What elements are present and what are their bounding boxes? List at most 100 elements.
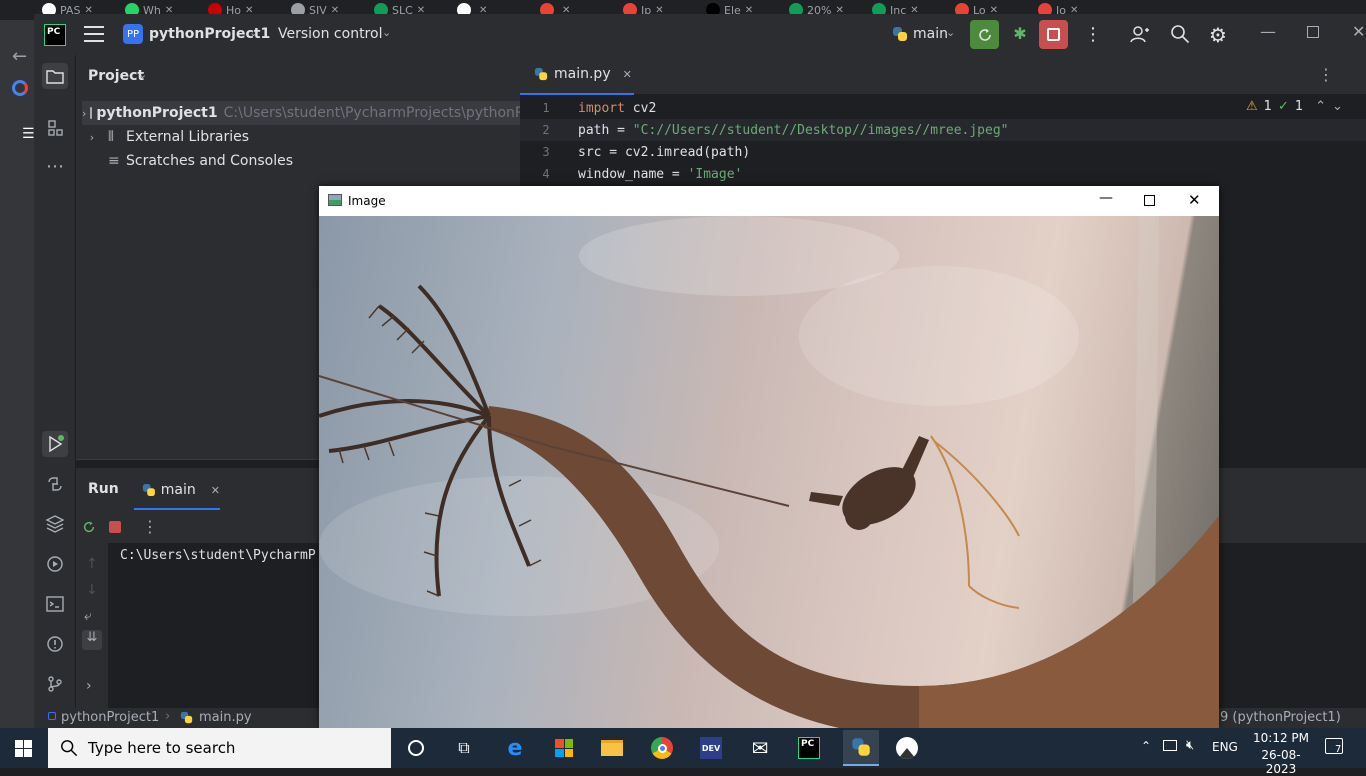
microsoft-store-icon[interactable] xyxy=(549,733,579,763)
maximize-icon[interactable] xyxy=(1144,195,1155,206)
stop-icon xyxy=(1047,28,1060,41)
run-tab-main[interactable]: main ✕ xyxy=(134,472,220,510)
mail-icon[interactable]: ✉ xyxy=(745,733,775,763)
editor-tab-label: main.py xyxy=(554,66,611,82)
minimize-icon[interactable]: — xyxy=(1099,190,1113,206)
python-icon xyxy=(892,26,908,42)
more-actions-icon[interactable]: ⋮ xyxy=(1084,24,1102,45)
tree-item-label: External Libraries xyxy=(126,129,249,145)
dev-cpp-icon[interactable]: DEV xyxy=(696,733,726,763)
chevron-right-icon[interactable]: › xyxy=(82,131,102,144)
rerun-icon xyxy=(978,28,991,41)
pycharm-taskbar-icon[interactable]: PC xyxy=(794,733,824,763)
scroll-to-end-icon[interactable]: ⇊ xyxy=(82,630,102,650)
maximize-window-icon[interactable] xyxy=(1307,26,1319,38)
menu-icon[interactable]: ☰ xyxy=(22,127,35,141)
settings-gear-icon[interactable]: ⚙ xyxy=(1209,23,1227,47)
code-line[interactable]: 1 import cv2 xyxy=(520,97,1366,119)
main-menu-icon[interactable] xyxy=(84,26,104,42)
problems-icon[interactable] xyxy=(42,631,68,657)
project-badge[interactable]: PP xyxy=(123,24,143,44)
pycharm-logo-icon: PC xyxy=(44,24,66,46)
console-line: C:\Users\student\PycharmP xyxy=(120,548,316,563)
rerun-icon[interactable] xyxy=(82,520,96,534)
code-line[interactable]: 3 src = cv2.imread(path) xyxy=(520,141,1366,163)
code-token: 'Image' xyxy=(687,166,743,182)
chevron-down-icon[interactable]: ⌄ xyxy=(138,68,147,81)
tree-item-external-libraries[interactable]: › ⫴ External Libraries xyxy=(82,125,249,149)
rerun-button[interactable] xyxy=(970,20,999,49)
tree-item-label: pythonProject1 xyxy=(96,105,218,121)
close-icon[interactable]: ✕ xyxy=(1188,191,1201,209)
stop-icon[interactable] xyxy=(109,521,121,533)
clock-date[interactable]: 26-08-2023 xyxy=(1248,748,1314,776)
soft-wrap-icon[interactable]: ⤶ xyxy=(84,608,92,624)
chevron-down-icon[interactable]: ⌄ xyxy=(946,26,955,39)
more-actions-icon[interactable]: ⋮ xyxy=(142,517,158,536)
search-placeholder: Type here to search xyxy=(88,739,236,757)
show-hidden-icons-icon[interactable]: ⌃ xyxy=(1141,739,1151,753)
python-packages-icon[interactable] xyxy=(42,511,68,537)
more-tools-icon[interactable]: ⋯ xyxy=(42,153,68,179)
file-explorer-icon[interactable] xyxy=(597,733,627,763)
interpreter-indicator[interactable]: 9 (pythonProject1) xyxy=(1220,710,1341,725)
windows-start-icon[interactable] xyxy=(15,740,32,757)
image-window-titlebar[interactable]: Image — ✕ xyxy=(319,186,1219,216)
close-tab-icon[interactable]: ✕ xyxy=(623,68,632,81)
python-icon xyxy=(142,483,155,497)
python-window-taskbar-icon[interactable] xyxy=(843,730,879,766)
debug-bug-icon[interactable]: ✱ xyxy=(1010,24,1030,44)
stop-button[interactable] xyxy=(1039,20,1068,49)
git-icon[interactable] xyxy=(42,671,68,697)
volume-muted-icon[interactable]: 🔇︎ xyxy=(1186,738,1194,753)
close-window-icon[interactable]: ✕ xyxy=(1352,22,1365,41)
breadcrumb-separator-icon: › xyxy=(165,709,171,724)
terminal-icon[interactable] xyxy=(42,591,68,617)
close-tab-icon[interactable]: ✕ xyxy=(211,484,220,497)
tree-item-project-root[interactable]: › pythonProject1 C:\Users\student\Pychar… xyxy=(82,101,541,125)
project-tool-icon[interactable] xyxy=(42,63,68,89)
tree-item-scratches[interactable]: ≡ Scratches and Consoles xyxy=(82,149,293,173)
services-icon[interactable] xyxy=(42,551,68,577)
photos-app-icon[interactable] xyxy=(892,733,922,763)
structure-tool-icon[interactable] xyxy=(42,115,68,141)
taskbar-search-box[interactable]: Type here to search xyxy=(48,728,391,768)
browser-side-area: ← ☰ xyxy=(0,20,35,728)
back-arrow-icon[interactable]: ← xyxy=(12,46,27,67)
line-number: 2 xyxy=(542,123,550,137)
editor-tab-main-py[interactable]: main.py ✕ xyxy=(520,55,634,95)
google-icon[interactable] xyxy=(12,80,28,96)
clock-time[interactable]: 10:12 PM xyxy=(1250,731,1312,745)
breadcrumb-project[interactable]: pythonProject1 xyxy=(61,710,159,725)
chevron-right-icon[interactable]: › xyxy=(86,678,92,694)
version-control-menu[interactable]: Version control xyxy=(278,26,382,42)
edge-browser-icon[interactable]: e xyxy=(500,733,530,763)
project-panel-title[interactable]: Project xyxy=(88,68,144,84)
breadcrumb-file[interactable]: main.py xyxy=(199,710,252,725)
project-path: C:\Users\student\PycharmProjects\pythonP… xyxy=(223,105,541,121)
code-line[interactable]: 2 path = "C://Users//student//Desktop//im… xyxy=(520,119,1366,141)
image-window[interactable]: Image — ✕ xyxy=(319,186,1219,728)
scroll-up-icon[interactable]: ↑ xyxy=(86,556,98,572)
minimize-window-icon[interactable]: — xyxy=(1260,22,1276,41)
python-console-icon[interactable] xyxy=(42,471,68,497)
code-text: src = cv2.imread(path) xyxy=(572,145,750,160)
search-icon[interactable] xyxy=(1170,24,1190,44)
network-icon[interactable] xyxy=(1163,740,1177,751)
code-token: src = cv2.imread(path) xyxy=(578,144,751,160)
chrome-icon[interactable] xyxy=(647,733,677,763)
cortana-icon[interactable] xyxy=(401,733,431,763)
language-indicator[interactable]: ENG xyxy=(1212,740,1238,754)
add-user-icon[interactable] xyxy=(1130,24,1150,44)
code-text: path = "C://Users//student//Desktop//ima… xyxy=(572,123,1008,138)
tool-window-strip: ⋯ xyxy=(34,55,76,708)
chevron-down-icon[interactable]: ⌄ xyxy=(249,26,258,39)
chevron-right-icon[interactable]: › xyxy=(82,107,86,120)
run-tool-icon[interactable] xyxy=(42,431,68,457)
task-view-icon[interactable]: ⧉ xyxy=(449,733,479,763)
code-line[interactable]: 4 window_name = 'Image' xyxy=(520,163,1366,185)
editor-options-icon[interactable]: ⋮ xyxy=(1318,65,1334,84)
run-config-selector[interactable]: main xyxy=(913,26,948,42)
chevron-down-icon[interactable]: ⌄ xyxy=(382,26,391,39)
scroll-down-icon[interactable]: ↓ xyxy=(86,582,98,598)
